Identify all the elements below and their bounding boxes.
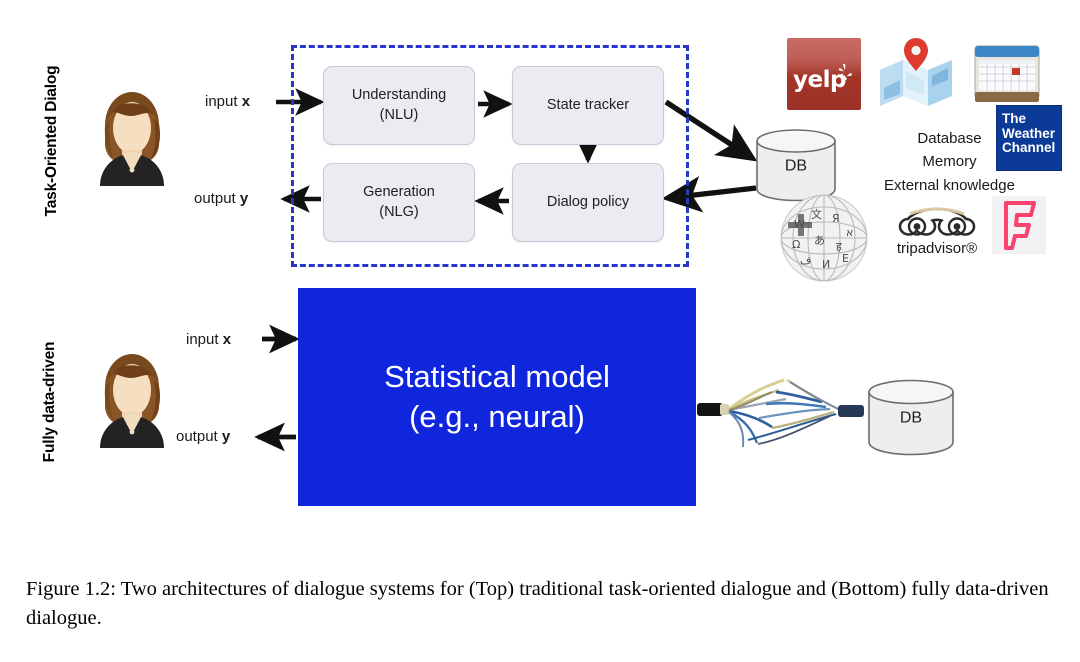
user-avatar-icon [100, 354, 164, 448]
module-box-dialog-policy[interactable]: Dialog policy [512, 163, 664, 242]
database-label: DB [784, 157, 808, 175]
output-label-top: output y [194, 190, 248, 207]
module-box-generation-nlg[interactable]: Generation (NLG) [323, 163, 475, 242]
svg-text:あ: あ [814, 234, 825, 247]
yelp-burst-icon [838, 63, 852, 81]
module-subtitle: (NLG) [379, 203, 419, 220]
frayed-cable-icon [697, 378, 864, 448]
wikipedia-logo-icon: W 文 Я א Ω あ ह ف И Ε [780, 194, 868, 282]
knowledge-line-external-knowledge: External knowledge [884, 176, 1015, 194]
input-variable: x [222, 331, 232, 348]
input-label-text: input [205, 93, 242, 110]
module-box-state-tracker[interactable]: State tracker [512, 66, 664, 145]
row-label-fully-data-driven: Fully data-driven [41, 341, 58, 463]
database-label: DB [899, 409, 923, 427]
svg-text:Ω: Ω [792, 238, 800, 251]
svg-text:Я: Я [832, 212, 840, 225]
calendar-logo-icon [974, 45, 1040, 102]
module-title: Dialog policy [546, 193, 630, 210]
svg-text:ف: ف [800, 254, 811, 267]
row-label-task-oriented-dialog: Task-Oriented Dialog [43, 65, 60, 217]
weather-line-1: The [1002, 111, 1027, 126]
tripadvisor-owl-icon [898, 207, 976, 236]
module-title: State tracker [546, 96, 630, 113]
svg-text:И: И [822, 258, 830, 271]
svg-text:Ε: Ε [842, 252, 849, 265]
tripadvisor-wordmark: tripadvisor® [896, 240, 978, 257]
input-variable: x [241, 93, 251, 110]
output-label-text: output [194, 190, 240, 207]
module-title: Generation [363, 183, 435, 200]
foursquare-logo-icon [992, 196, 1046, 254]
statistical-model-box[interactable]: Statistical model (e.g., neural) [298, 288, 696, 506]
module-subtitle: (NLU) [379, 106, 419, 123]
user-avatar-icon [100, 92, 164, 186]
weather-line-3: Channel [1002, 140, 1056, 156]
input-label-top: input x [205, 93, 250, 110]
figure-canvas: Task-Oriented Dialog Fully data-driven i… [0, 0, 1080, 560]
input-label-text: input [186, 331, 223, 348]
module-box-understanding-nlu[interactable]: Understanding (NLU) [323, 66, 475, 145]
output-variable: y [221, 428, 231, 445]
module-title: Understanding [351, 86, 447, 103]
svg-text:文: 文 [811, 207, 822, 221]
figure-caption: Figure 1.2: Two architectures of dialogu… [26, 578, 1049, 630]
database-cylinder-bottom: DB [866, 378, 956, 456]
output-label-bottom: output y [176, 428, 230, 445]
weather-line-2: Weather [1002, 125, 1056, 141]
svg-text:א: א [846, 226, 853, 239]
input-label-bottom: input x [186, 331, 231, 348]
map-logo-icon [880, 38, 952, 106]
database-cylinder-top: DB [754, 128, 838, 202]
statistical-model-subtitle: (e.g., neural) [409, 399, 585, 434]
output-variable: y [239, 190, 249, 207]
yelp-logo-icon: yelp [787, 38, 861, 110]
statistical-model-title: Statistical model [384, 359, 610, 395]
tripadvisor-logo-icon: tripadvisor® [890, 205, 984, 257]
weather-channel-logo-icon: The Weather Channel [996, 105, 1062, 171]
output-label-text: output [176, 428, 222, 445]
